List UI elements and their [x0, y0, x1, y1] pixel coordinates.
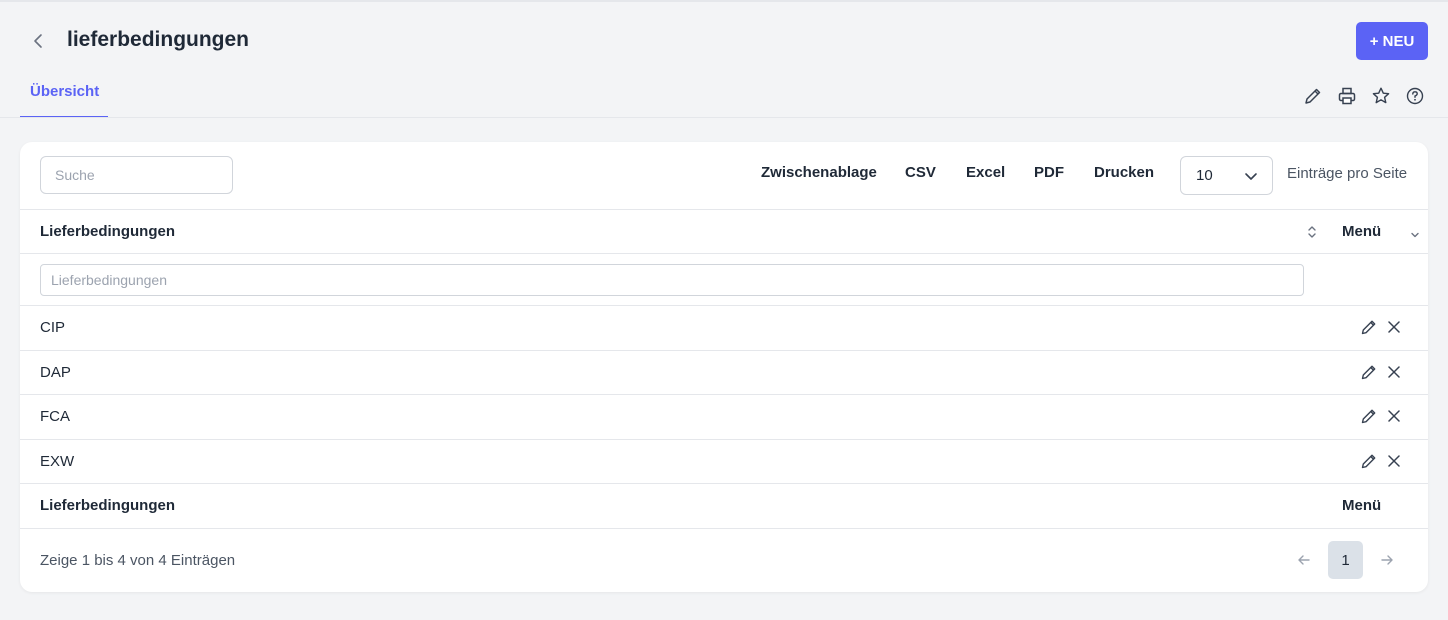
print-button[interactable]: Drucken — [1094, 164, 1154, 181]
edit-icon[interactable] — [1360, 363, 1378, 381]
divider — [20, 528, 1428, 529]
table-row: CIP — [20, 306, 1428, 350]
chevron-down-icon[interactable] — [1409, 229, 1421, 241]
tab-divider — [0, 117, 1448, 118]
table-row: DAP — [20, 351, 1428, 395]
tab-label: Übersicht — [30, 83, 100, 100]
edit-icon[interactable] — [1360, 452, 1378, 470]
search-input[interactable] — [40, 156, 233, 194]
table-card: Zwischenablage CSV Excel PDF Drucken 10 … — [20, 142, 1428, 592]
help-circle-icon[interactable] — [1404, 85, 1426, 107]
page-size-label: Einträge pro Seite — [1287, 165, 1408, 182]
cell-lieferbedingung: CIP — [40, 319, 66, 336]
arrow-right-icon[interactable] — [1379, 552, 1395, 568]
cell-lieferbedingung: EXW — [40, 453, 75, 470]
close-icon[interactable] — [1386, 453, 1402, 469]
table-row: EXW — [20, 440, 1428, 484]
chevron-down-icon — [1245, 173, 1257, 180]
sort-icon[interactable] — [1306, 224, 1318, 240]
export-clipboard-button[interactable]: Zwischenablage — [761, 164, 877, 181]
tab-uebersicht[interactable]: Übersicht — [20, 80, 108, 118]
cell-lieferbedingung: FCA — [40, 408, 70, 425]
page-size-value: 10 — [1196, 167, 1213, 184]
export-pdf-button[interactable]: PDF — [1034, 164, 1064, 181]
divider — [20, 253, 1428, 254]
footer-column-menu: Menü — [1342, 497, 1382, 514]
footer-column-lieferbedingungen: Lieferbedingungen — [40, 497, 175, 514]
chevron-left-icon — [34, 34, 42, 48]
edit-icon[interactable] — [1360, 407, 1378, 425]
cell-lieferbedingung: DAP — [40, 364, 71, 381]
top-border — [0, 0, 1448, 2]
column-filter-input[interactable] — [40, 264, 1304, 296]
close-icon[interactable] — [1386, 319, 1402, 335]
edit-icon[interactable] — [1360, 318, 1378, 336]
back-button[interactable] — [28, 30, 50, 52]
pagination-info: Zeige 1 bis 4 von 4 Einträgen — [40, 552, 236, 569]
page-button-1[interactable]: 1 — [1328, 541, 1363, 579]
printer-icon[interactable] — [1336, 85, 1358, 107]
page-size-select[interactable]: 10 — [1180, 156, 1273, 195]
divider — [20, 209, 1428, 210]
divider — [20, 483, 1428, 484]
column-header-menu: Menü — [1342, 223, 1382, 240]
pencil-icon[interactable] — [1302, 85, 1324, 107]
column-header-lieferbedingungen[interactable]: Lieferbedingungen — [40, 223, 175, 240]
export-csv-button[interactable]: CSV — [905, 164, 936, 181]
table-row: FCA — [20, 395, 1428, 439]
star-icon[interactable] — [1370, 85, 1392, 107]
export-excel-button[interactable]: Excel — [966, 164, 1005, 181]
page-title: lieferbedingungen — [67, 28, 250, 51]
close-icon[interactable] — [1386, 408, 1402, 424]
arrow-left-icon[interactable] — [1296, 552, 1312, 568]
close-icon[interactable] — [1386, 364, 1402, 380]
new-button[interactable]: + NEU — [1356, 22, 1428, 60]
